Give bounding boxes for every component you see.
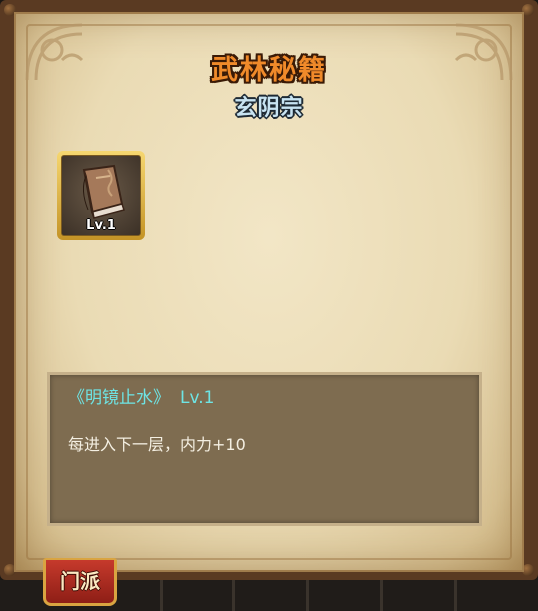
- sect-name: 玄阴宗: [234, 96, 304, 121]
- skill-effect: 每进入下一层，内力+10: [68, 435, 246, 454]
- secret-book-slot[interactable]: Lv.1: [57, 151, 145, 240]
- skill-name: 《明镜止水》: [68, 388, 170, 408]
- tab-divider: [380, 580, 383, 611]
- page-title: 武林秘籍: [211, 55, 327, 86]
- tab-divider: [160, 580, 163, 611]
- skill-title: 《明镜止水》 Lv.1: [68, 383, 224, 408]
- skill-level: Lv.1: [180, 388, 215, 408]
- tab-divider: [306, 580, 309, 611]
- tab-sect[interactable]: 门派: [43, 558, 117, 606]
- tab-divider: [454, 580, 457, 611]
- tab-divider: [232, 580, 235, 611]
- item-level-label: Lv.1: [86, 218, 116, 233]
- item-slot-frame: Lv.1: [61, 155, 141, 236]
- skill-description-panel: 《明镜止水》 Lv.1 每进入下一层，内力+10: [47, 372, 482, 526]
- book-icon: [82, 164, 125, 219]
